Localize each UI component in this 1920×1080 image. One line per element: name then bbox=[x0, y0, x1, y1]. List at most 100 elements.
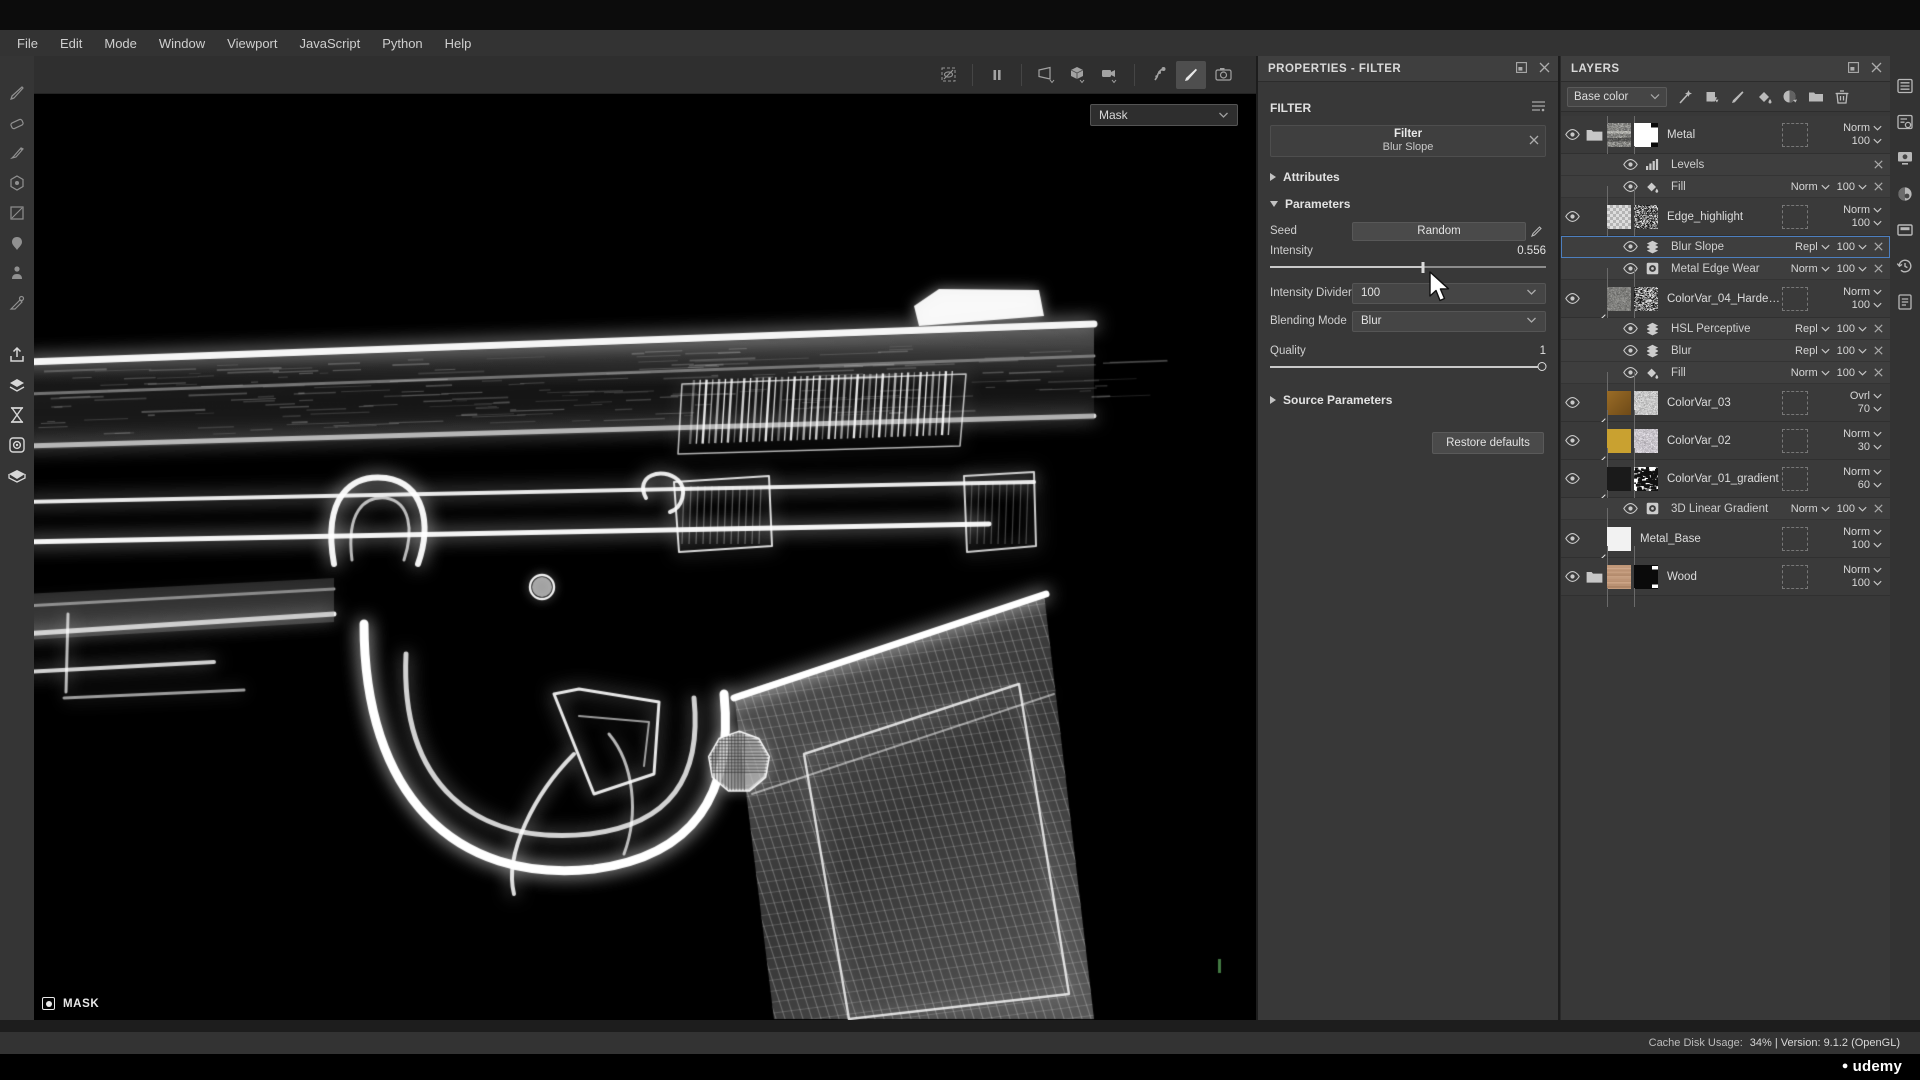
model-render-canvas[interactable] bbox=[34, 94, 1256, 1020]
blend-mode-select[interactable]: Ovrl bbox=[1850, 390, 1882, 402]
bake-tool-icon[interactable] bbox=[4, 370, 30, 400]
paint-brush-tool-icon[interactable] bbox=[4, 78, 30, 108]
close-icon[interactable] bbox=[1871, 60, 1882, 78]
display-settings-icon[interactable] bbox=[1893, 182, 1917, 206]
visibility-toggle-icon[interactable] bbox=[1619, 323, 1641, 334]
remove-effect-icon[interactable] bbox=[1874, 238, 1883, 256]
eraser-tool-icon[interactable] bbox=[4, 108, 30, 138]
folder-icon[interactable] bbox=[1583, 128, 1605, 142]
layer-effect-row[interactable]: Levels bbox=[1561, 154, 1890, 176]
visibility-toggle-icon[interactable] bbox=[1561, 129, 1583, 140]
blend-mode-select[interactable]: Repl bbox=[1795, 323, 1830, 335]
viewport-3d[interactable]: Mask MASK bbox=[34, 56, 1256, 1020]
layers-channel-select[interactable]: Base color bbox=[1567, 87, 1667, 107]
clone-tool-icon[interactable] bbox=[4, 258, 30, 288]
pause-engine-icon[interactable] bbox=[982, 61, 1012, 89]
channel-select[interactable]: Mask bbox=[1090, 104, 1238, 126]
layer-mask-thumbnail[interactable] bbox=[1634, 546, 1658, 607]
add-mask-slot[interactable] bbox=[1782, 205, 1808, 229]
remove-effect-icon[interactable] bbox=[1874, 156, 1883, 174]
opacity-select[interactable]: 100 bbox=[1852, 299, 1882, 311]
iray-render-tool-icon[interactable] bbox=[4, 400, 30, 430]
add-mask-slot[interactable] bbox=[1782, 429, 1808, 453]
projection-tool-icon[interactable] bbox=[4, 138, 30, 168]
visibility-toggle-icon[interactable] bbox=[1561, 571, 1583, 582]
opacity-select[interactable]: 100 bbox=[1837, 345, 1867, 357]
close-icon[interactable] bbox=[1539, 60, 1550, 78]
clear-filter-icon[interactable] bbox=[1529, 132, 1539, 150]
parameters-group-toggle[interactable]: Parameters bbox=[1270, 192, 1546, 216]
substance-engine-tool-icon[interactable] bbox=[4, 430, 30, 460]
menu-viewport[interactable]: Viewport bbox=[216, 33, 288, 54]
menu-mode[interactable]: Mode bbox=[93, 33, 148, 54]
blend-mode-select[interactable]: Norm bbox=[1791, 263, 1830, 275]
blend-mode-select[interactable]: Norm bbox=[1843, 526, 1882, 538]
filter-resource-card[interactable]: Filter Blur Slope bbox=[1270, 125, 1546, 157]
menu-javascript[interactable]: JavaScript bbox=[288, 33, 371, 54]
visibility-toggle-icon[interactable] bbox=[1561, 533, 1583, 544]
visibility-toggle-icon[interactable] bbox=[1561, 293, 1583, 304]
opacity-select[interactable]: 100 bbox=[1837, 503, 1867, 515]
add-mask-slot[interactable] bbox=[1782, 391, 1808, 415]
restore-defaults-button[interactable]: Restore defaults bbox=[1432, 432, 1544, 454]
opacity-select[interactable]: 100 bbox=[1837, 367, 1867, 379]
add-fill-layer-icon[interactable] bbox=[1751, 85, 1777, 109]
add-mask-slot[interactable] bbox=[1782, 123, 1808, 147]
undock-icon[interactable] bbox=[1848, 60, 1859, 78]
visibility-toggle-icon[interactable] bbox=[1619, 159, 1641, 170]
texture-set-settings-icon[interactable] bbox=[1893, 146, 1917, 170]
visibility-toggle-icon[interactable] bbox=[1561, 435, 1583, 446]
add-mask-slot[interactable] bbox=[1782, 467, 1808, 491]
3d-view-icon[interactable] bbox=[1063, 61, 1093, 89]
layer-group-row[interactable]: Metal Norm 100 bbox=[1561, 116, 1890, 154]
hide-selection-icon[interactable] bbox=[933, 61, 963, 89]
opacity-select[interactable]: 100 bbox=[1852, 217, 1882, 229]
layer-row[interactable]: ColorVar_04_Harden_Eff... Norm100 bbox=[1561, 280, 1890, 318]
folder-icon[interactable] bbox=[1583, 570, 1605, 584]
opacity-select[interactable]: 100 bbox=[1837, 241, 1867, 253]
visibility-toggle-icon[interactable] bbox=[1619, 345, 1641, 356]
blend-mode-select[interactable]: Norm bbox=[1791, 181, 1830, 193]
blend-mode-select[interactable]: Norm bbox=[1843, 466, 1882, 478]
color-picker-tool-icon[interactable] bbox=[4, 288, 30, 318]
blend-mode-select[interactable]: Norm bbox=[1843, 428, 1882, 440]
menu-python[interactable]: Python bbox=[371, 33, 433, 54]
blend-mode-select[interactable]: Norm bbox=[1791, 367, 1830, 379]
add-mask-slot[interactable] bbox=[1782, 287, 1808, 311]
layer-stack[interactable]: Metal Norm 100 Levels Fill Norm 100 Edge_highli… bbox=[1561, 116, 1890, 1020]
menu-help[interactable]: Help bbox=[434, 33, 483, 54]
export-tool-icon[interactable] bbox=[4, 340, 30, 370]
visibility-toggle-icon[interactable] bbox=[1561, 473, 1583, 484]
layer-effect-row[interactable]: HSL Perceptive Repl 100 bbox=[1561, 318, 1890, 340]
intensity-slider-handle[interactable] bbox=[1422, 262, 1425, 273]
add-mask-icon[interactable] bbox=[1777, 85, 1803, 109]
remove-effect-icon[interactable] bbox=[1874, 364, 1883, 382]
menu-edit[interactable]: Edit bbox=[49, 33, 93, 54]
add-paint-layer-icon[interactable] bbox=[1725, 85, 1751, 109]
blend-mode-select[interactable]: Norm bbox=[1843, 564, 1882, 576]
seed-random-button[interactable]: Random bbox=[1352, 222, 1526, 241]
menu-file[interactable]: File bbox=[6, 33, 49, 54]
opacity-select[interactable]: 30 bbox=[1858, 441, 1882, 453]
seed-edit-icon[interactable] bbox=[1526, 225, 1546, 238]
camera-view-icon[interactable] bbox=[1095, 61, 1125, 89]
blend-mode-select[interactable]: Norm bbox=[1843, 286, 1882, 298]
history-icon[interactable] bbox=[1893, 254, 1917, 278]
visibility-toggle-icon[interactable] bbox=[1561, 211, 1583, 222]
log-icon[interactable] bbox=[1893, 290, 1917, 314]
add-generator-icon[interactable] bbox=[1699, 85, 1725, 109]
blend-mode-select[interactable]: Norm bbox=[1843, 122, 1882, 134]
opacity-select[interactable]: 60 bbox=[1858, 479, 1882, 491]
shelf-icon[interactable] bbox=[1893, 74, 1917, 98]
resource-tool-icon[interactable] bbox=[4, 460, 30, 490]
blend-mode-select[interactable]: Repl bbox=[1795, 241, 1830, 253]
layer-effect-row[interactable]: Blur Repl 100 bbox=[1561, 340, 1890, 362]
opacity-select[interactable]: 100 bbox=[1852, 539, 1882, 551]
remove-effect-icon[interactable] bbox=[1874, 500, 1883, 518]
attributes-group-toggle[interactable]: Attributes bbox=[1270, 165, 1546, 189]
remove-effect-icon[interactable] bbox=[1874, 260, 1883, 278]
intensity-slider[interactable] bbox=[1270, 260, 1546, 274]
texture-set-list-icon[interactable] bbox=[1893, 110, 1917, 134]
remove-effect-icon[interactable] bbox=[1874, 342, 1883, 360]
blending-mode-select[interactable]: Blur bbox=[1352, 311, 1546, 332]
